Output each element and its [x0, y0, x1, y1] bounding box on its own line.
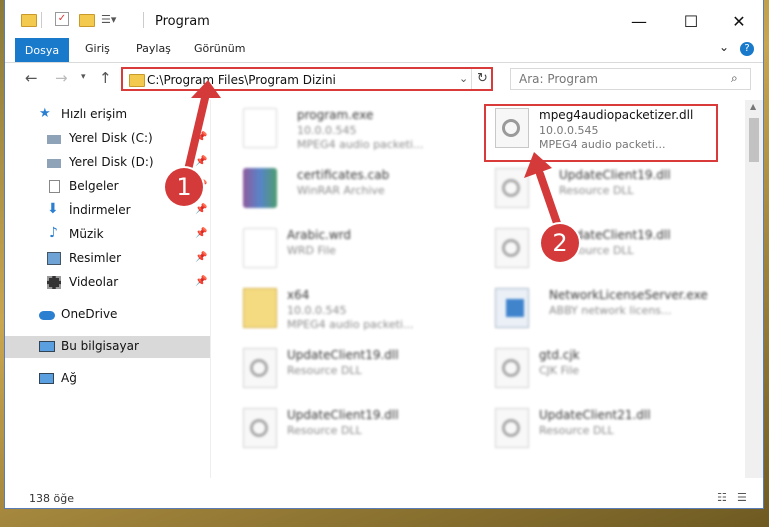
arrow-2-line [536, 170, 562, 230]
arrow-1-line [184, 94, 209, 174]
step-1-badge: 1 [165, 168, 203, 206]
arrow-1-head [191, 80, 221, 98]
annotation-arrows [184, 80, 562, 230]
step-2-badge: 2 [541, 224, 579, 262]
